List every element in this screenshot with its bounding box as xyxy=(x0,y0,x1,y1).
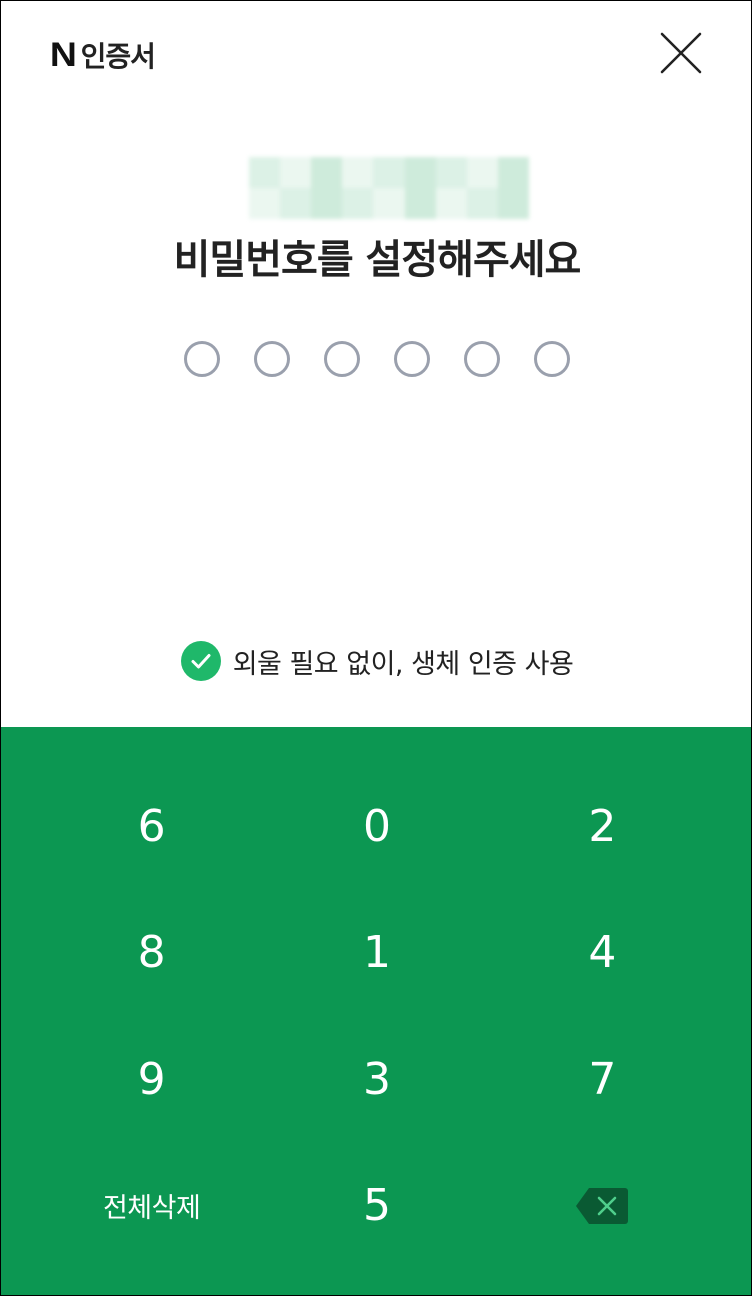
pin-indicator xyxy=(1,341,751,377)
pin-dot xyxy=(464,341,500,377)
key-7[interactable]: 7 xyxy=(490,1016,715,1143)
key-4[interactable]: 4 xyxy=(490,890,715,1017)
key-5[interactable]: 5 xyxy=(264,1143,489,1270)
clear-all-button[interactable]: 전체삭제 xyxy=(39,1143,264,1270)
backspace-icon xyxy=(576,1187,629,1224)
close-icon xyxy=(660,32,702,74)
close-button[interactable] xyxy=(655,27,707,79)
pin-dot xyxy=(324,341,360,377)
key-2[interactable]: 2 xyxy=(490,763,715,890)
keypad: 6 0 2 8 1 4 9 3 7 전체삭제 5 xyxy=(1,727,751,1295)
certificate-password-screen: N 인증서 비밀번호를 설정해주세요 외울 필요 없이, 생체 인증 사용 6 … xyxy=(0,0,752,1296)
brand-logo: N 인증서 xyxy=(49,35,156,75)
pin-dot xyxy=(534,341,570,377)
pin-dot xyxy=(184,341,220,377)
key-8[interactable]: 8 xyxy=(39,890,264,1017)
brand-text: 인증서 xyxy=(80,40,156,73)
key-3[interactable]: 3 xyxy=(264,1016,489,1143)
page-title: 비밀번호를 설정해주세요 xyxy=(173,237,582,283)
brand-mark: N xyxy=(49,36,77,74)
key-6[interactable]: 6 xyxy=(39,763,264,890)
key-9[interactable]: 9 xyxy=(39,1016,264,1143)
backspace-button[interactable] xyxy=(490,1143,715,1270)
key-0[interactable]: 0 xyxy=(264,763,489,890)
biometric-label: 외울 필요 없이, 생체 인증 사용 xyxy=(232,648,574,680)
key-1[interactable]: 1 xyxy=(264,890,489,1017)
masked-user-name xyxy=(249,157,529,219)
biometric-checkbox[interactable]: 외울 필요 없이, 생체 인증 사용 xyxy=(1,641,751,681)
pin-dot xyxy=(394,341,430,377)
pin-dot xyxy=(254,341,290,377)
check-icon xyxy=(180,641,221,681)
